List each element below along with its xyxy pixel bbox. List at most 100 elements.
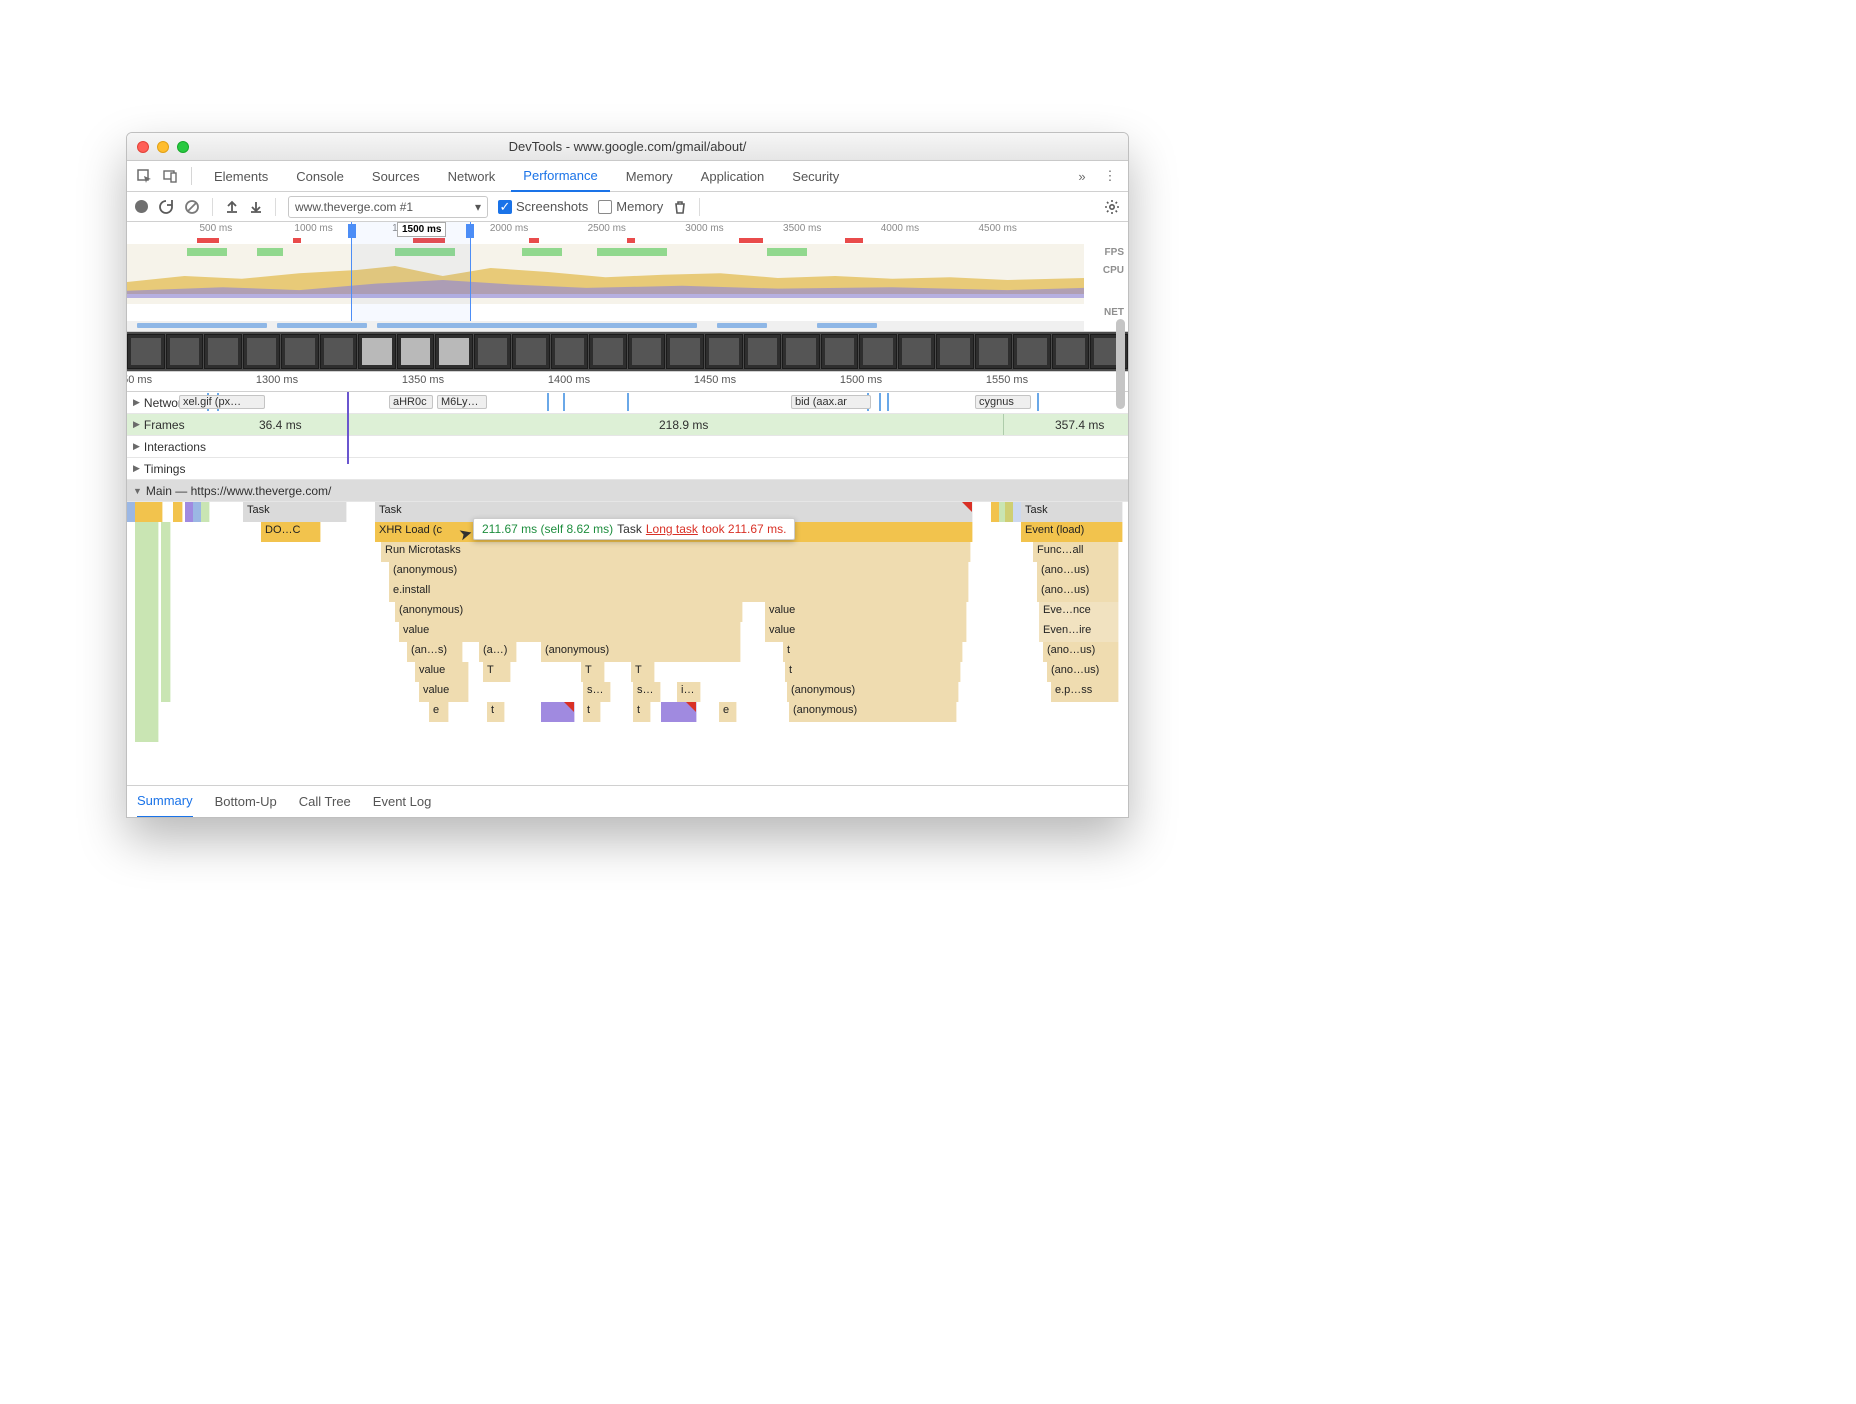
- overview-selection[interactable]: [351, 222, 471, 331]
- flame-segment[interactable]: T: [631, 662, 655, 682]
- tracks-area[interactable]: ▶Network xel.gif (px…aHR0cM6Ly…bid (aax.…: [127, 392, 1128, 785]
- frame-duration: 36.4 ms: [259, 418, 302, 432]
- flame-segment[interactable]: (an…s): [407, 642, 463, 662]
- save-profile-icon[interactable]: [249, 200, 263, 214]
- flame-segment[interactable]: (ano…us): [1047, 662, 1119, 682]
- detail-ruler[interactable]: 1250 ms1300 ms1350 ms1400 ms1450 ms1500 …: [127, 372, 1128, 392]
- flame-segment[interactable]: value: [415, 662, 469, 682]
- flame-segment[interactable]: s…: [633, 682, 661, 702]
- flame-segment[interactable]: [661, 702, 697, 722]
- flame-segment[interactable]: value: [765, 622, 967, 642]
- ruler-tick: 1450 ms: [694, 374, 736, 386]
- menu-icon[interactable]: ⋮: [1098, 168, 1122, 184]
- reload-button[interactable]: [158, 199, 174, 215]
- flame-segment[interactable]: value: [419, 682, 469, 702]
- ruler-tick: 1250 ms: [126, 374, 152, 386]
- settings-gear-icon[interactable]: [1104, 199, 1120, 215]
- screenshots-checkbox[interactable]: ✓: [498, 200, 512, 214]
- flame-segment[interactable]: t: [487, 702, 505, 722]
- tab-console[interactable]: Console: [284, 161, 356, 192]
- timings-track[interactable]: ▶Timings: [127, 458, 1128, 480]
- flame-segment[interactable]: e.install: [389, 582, 969, 602]
- flame-segment[interactable]: T: [483, 662, 511, 682]
- network-request-chip[interactable]: aHR0c: [389, 395, 433, 409]
- memory-checkbox[interactable]: [598, 200, 612, 214]
- details-tab-summary[interactable]: Summary: [137, 786, 193, 818]
- network-request-chip[interactable]: M6Ly…: [437, 395, 487, 409]
- tab-sources[interactable]: Sources: [360, 161, 432, 192]
- flame-segment[interactable]: t: [785, 662, 961, 682]
- flame-task[interactable]: Task: [243, 502, 347, 522]
- flame-segment[interactable]: [161, 522, 171, 702]
- tab-application[interactable]: Application: [689, 161, 777, 192]
- flame-segment[interactable]: (ano…us): [1037, 562, 1119, 582]
- overview-panel[interactable]: 500 ms1000 ms1500 ms2000 ms2500 ms3000 m…: [127, 222, 1128, 332]
- trash-icon[interactable]: [673, 200, 687, 214]
- flame-segment[interactable]: (anonymous): [789, 702, 957, 722]
- flame-segment[interactable]: [173, 502, 183, 522]
- vertical-scrollbar[interactable]: [1116, 319, 1126, 783]
- flame-segment[interactable]: (ano…us): [1037, 582, 1119, 602]
- flame-segment[interactable]: Eve…nce: [1039, 602, 1119, 622]
- details-tab-call-tree[interactable]: Call Tree: [299, 786, 351, 818]
- recording-select[interactable]: www.theverge.com #1 ▾: [288, 196, 488, 218]
- network-request-chip[interactable]: bid (aax.ar: [791, 395, 871, 409]
- flame-segment[interactable]: e: [719, 702, 737, 722]
- screenshot-filmstrip[interactable]: [127, 332, 1128, 372]
- network-track-header[interactable]: ▶Network xel.gif (px…aHR0cM6Ly…bid (aax.…: [127, 392, 1128, 414]
- flame-segment[interactable]: [135, 522, 159, 742]
- frame-duration: 218.9 ms: [659, 418, 708, 432]
- flame-segment[interactable]: value: [399, 622, 741, 642]
- flame-segment[interactable]: [135, 502, 163, 522]
- flame-task[interactable]: Task: [1021, 502, 1123, 522]
- ruler-tick: 1400 ms: [548, 374, 590, 386]
- details-tab-event-log[interactable]: Event Log: [373, 786, 432, 818]
- frame-duration: 357.4 ms: [1055, 418, 1104, 432]
- load-profile-icon[interactable]: [225, 200, 239, 214]
- record-button[interactable]: [135, 200, 148, 213]
- flame-segment[interactable]: t: [583, 702, 601, 722]
- inspect-element-icon[interactable]: [133, 165, 155, 187]
- flame-segment[interactable]: (ano…us): [1043, 642, 1119, 662]
- flame-segment[interactable]: value: [765, 602, 967, 622]
- tab-security[interactable]: Security: [780, 161, 851, 192]
- frames-track[interactable]: ▶Frames 36.4 ms218.9 ms357.4 ms: [127, 414, 1128, 436]
- device-toggle-icon[interactable]: [159, 165, 181, 187]
- flame-segment[interactable]: Event (load): [1021, 522, 1123, 542]
- overview-lane-labels: FPS CPU NET: [1103, 244, 1124, 322]
- details-tab-bottom-up[interactable]: Bottom-Up: [215, 786, 277, 818]
- flame-segment[interactable]: [541, 702, 575, 722]
- flame-segment[interactable]: (anonymous): [541, 642, 741, 662]
- flame-segment[interactable]: (anonymous): [787, 682, 959, 702]
- clear-button[interactable]: [184, 199, 200, 215]
- interactions-track[interactable]: ▶Interactions: [127, 436, 1128, 458]
- tab-memory[interactable]: Memory: [614, 161, 685, 192]
- flame-segment[interactable]: (anonymous): [389, 562, 969, 582]
- main-thread-header[interactable]: ▼Main — https://www.theverge.com/: [127, 480, 1128, 502]
- flame-segment[interactable]: (a…): [479, 642, 517, 662]
- flame-segment[interactable]: s…: [583, 682, 611, 702]
- network-request-chip[interactable]: cygnus: [975, 395, 1031, 409]
- memory-checkbox-group[interactable]: Memory: [598, 199, 663, 214]
- tab-network[interactable]: Network: [436, 161, 508, 192]
- flame-segment[interactable]: Even…ire: [1039, 622, 1119, 642]
- flame-segment[interactable]: [201, 502, 210, 522]
- flame-segment[interactable]: DO…C: [261, 522, 321, 542]
- network-request-chip[interactable]: xel.gif (px…: [179, 395, 265, 409]
- overview-tick: 3000 ms: [685, 223, 723, 234]
- flame-segment[interactable]: e.p…ss: [1051, 682, 1119, 702]
- flame-segment[interactable]: (anonymous): [395, 602, 743, 622]
- flame-segment[interactable]: Run Microtasks: [381, 542, 971, 562]
- flame-segment[interactable]: e: [429, 702, 449, 722]
- performance-toolbar: www.theverge.com #1 ▾ ✓ Screenshots Memo…: [127, 192, 1128, 222]
- flame-segment[interactable]: T: [581, 662, 605, 682]
- flame-segment[interactable]: i…: [677, 682, 701, 702]
- screenshots-checkbox-group[interactable]: ✓ Screenshots: [498, 199, 588, 214]
- flame-segment[interactable]: t: [633, 702, 651, 722]
- tab-elements[interactable]: Elements: [202, 161, 280, 192]
- flame-segment[interactable]: t: [783, 642, 963, 662]
- flame-segment[interactable]: Func…all: [1033, 542, 1119, 562]
- tab-performance[interactable]: Performance: [511, 161, 609, 192]
- more-tabs-icon[interactable]: »: [1070, 169, 1094, 184]
- flame-chart[interactable]: ➤ 211.67 ms (self 8.62 ms) Task Long tas…: [127, 502, 1128, 782]
